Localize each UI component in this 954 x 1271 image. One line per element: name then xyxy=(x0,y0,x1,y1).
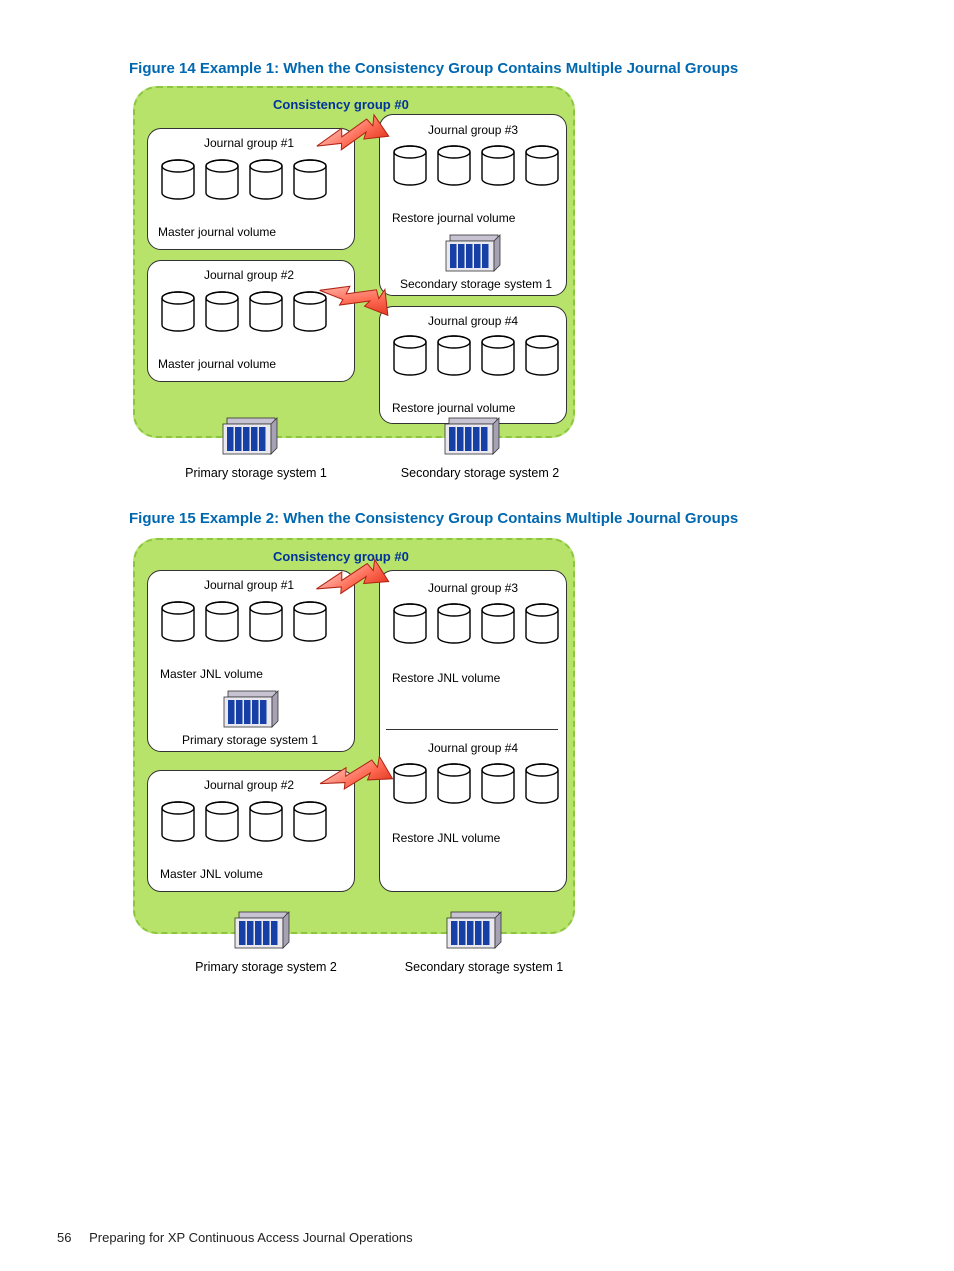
cylinder-icon xyxy=(248,801,284,843)
jg4-cylinders xyxy=(392,335,560,377)
cylinder-icon xyxy=(436,335,472,377)
storage-icon xyxy=(444,233,502,275)
cylinder-icon xyxy=(392,145,428,187)
cylinder-icon xyxy=(160,159,196,201)
cylinder-icon xyxy=(480,763,516,805)
cylinder-icon xyxy=(204,159,240,201)
jg1-vol-label: Master JNL volume xyxy=(160,667,263,681)
divider xyxy=(386,729,558,730)
cylinder-icon xyxy=(204,291,240,333)
jg2-title: Journal group #2 xyxy=(204,778,294,792)
secondary-system-1-box: Journal group #3 Restore JNL volume Jour… xyxy=(379,570,567,892)
jg2-vol-label: Master JNL volume xyxy=(160,867,263,881)
jg4-vol-label: Restore journal volume xyxy=(392,401,515,415)
page-footer: 56 Preparing for XP Continuous Access Jo… xyxy=(57,1230,413,1245)
figure14: Consistency group #0 Journal group #1 Ma… xyxy=(131,84,575,494)
jg3-title: Journal group #3 xyxy=(428,581,518,595)
figure15: Consistency group #0 Journal group #1 Ma… xyxy=(131,536,575,996)
secondary-sys-label: Secondary storage system 2 xyxy=(385,466,575,480)
cylinder-icon xyxy=(292,801,328,843)
cylinder-icon xyxy=(160,291,196,333)
consistency-group-title: Consistency group #0 xyxy=(273,549,409,564)
figure14-caption: Figure 14 Example 1: When the Consistenc… xyxy=(129,60,738,77)
cylinder-icon xyxy=(524,763,560,805)
storage-icon xyxy=(233,910,291,952)
cylinder-icon xyxy=(524,603,560,645)
storage-icon xyxy=(445,910,503,952)
prim1-label: Primary storage system 1 xyxy=(182,733,318,747)
jg4-cylinders xyxy=(392,763,560,805)
cylinder-icon xyxy=(392,603,428,645)
cylinder-icon xyxy=(248,291,284,333)
cylinder-icon xyxy=(436,763,472,805)
sec1-label: Secondary storage system 1 xyxy=(400,277,552,291)
page-number: 56 xyxy=(57,1230,71,1245)
cylinder-icon xyxy=(524,335,560,377)
jg1-vol-label: Master journal volume xyxy=(158,225,276,239)
cylinder-icon xyxy=(160,601,196,643)
cylinder-icon xyxy=(480,145,516,187)
consistency-group-title: Consistency group #0 xyxy=(273,97,409,112)
cylinder-icon xyxy=(160,801,196,843)
jg3-cylinders xyxy=(392,603,560,645)
cylinder-icon xyxy=(248,159,284,201)
cylinder-icon xyxy=(392,335,428,377)
cylinder-icon xyxy=(436,145,472,187)
cylinder-icon xyxy=(292,601,328,643)
sec1-label: Secondary storage system 1 xyxy=(389,960,579,974)
jg2-cylinders xyxy=(160,801,328,843)
jg3-vol-label: Restore journal volume xyxy=(392,211,515,225)
jg4-title: Journal group #4 xyxy=(428,314,518,328)
primary-sys-label: Primary storage system 1 xyxy=(171,466,341,480)
cylinder-icon xyxy=(524,145,560,187)
jg1-title: Journal group #1 xyxy=(204,136,294,150)
storage-icon xyxy=(443,416,501,458)
prim2-label: Primary storage system 2 xyxy=(181,960,351,974)
jg2-vol-label: Master journal volume xyxy=(158,357,276,371)
cylinder-icon xyxy=(480,335,516,377)
cylinder-icon xyxy=(480,603,516,645)
footer-text: Preparing for XP Continuous Access Journ… xyxy=(89,1230,413,1245)
jg2-cylinders xyxy=(160,291,328,333)
secondary-system-1-box: Journal group #3 Restore journal volume … xyxy=(379,114,567,296)
jg3-cylinders xyxy=(392,145,560,187)
jg1-cylinders xyxy=(160,601,328,643)
cylinder-icon xyxy=(248,601,284,643)
storage-icon xyxy=(222,689,280,731)
jg4-vol-label: Restore JNL volume xyxy=(392,831,500,845)
cylinder-icon xyxy=(436,603,472,645)
jg1-title: Journal group #1 xyxy=(204,578,294,592)
cylinder-icon xyxy=(204,801,240,843)
storage-icon xyxy=(221,416,279,458)
jg4-title: Journal group #4 xyxy=(428,741,518,755)
cylinder-icon xyxy=(392,763,428,805)
journal-group-4: Journal group #4 Restore journal volume xyxy=(379,306,567,424)
cylinder-icon xyxy=(292,159,328,201)
jg2-title: Journal group #2 xyxy=(204,268,294,282)
jg3-vol-label: Restore JNL volume xyxy=(392,671,500,685)
cylinder-icon xyxy=(204,601,240,643)
jg3-title: Journal group #3 xyxy=(428,123,518,137)
jg1-cylinders xyxy=(160,159,328,201)
figure15-caption: Figure 15 Example 2: When the Consistenc… xyxy=(129,510,738,527)
